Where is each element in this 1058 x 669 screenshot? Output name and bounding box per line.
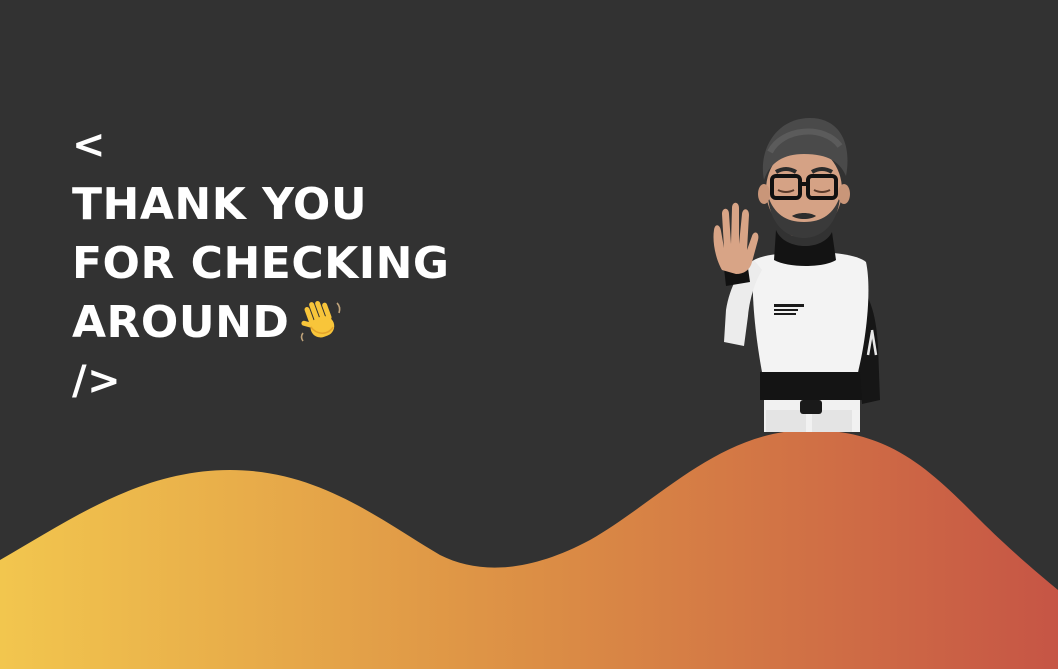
headline-line-3: AROUND: [72, 297, 290, 348]
waving-avatar: [713, 118, 880, 432]
open-tag: <: [72, 122, 107, 168]
thank-you-headline: < THANK YOU FOR CHECKING AROUND />: [72, 116, 450, 411]
close-tag: />: [72, 358, 122, 404]
headline-line-1: THANK YOU: [72, 179, 368, 230]
thank-you-slide: < THANK YOU FOR CHECKING AROUND />: [0, 0, 1058, 669]
headline-line-3-wrap: AROUND: [72, 293, 450, 352]
headline-line-2: FOR CHECKING: [72, 238, 450, 289]
waving-hand-icon: [301, 300, 341, 342]
